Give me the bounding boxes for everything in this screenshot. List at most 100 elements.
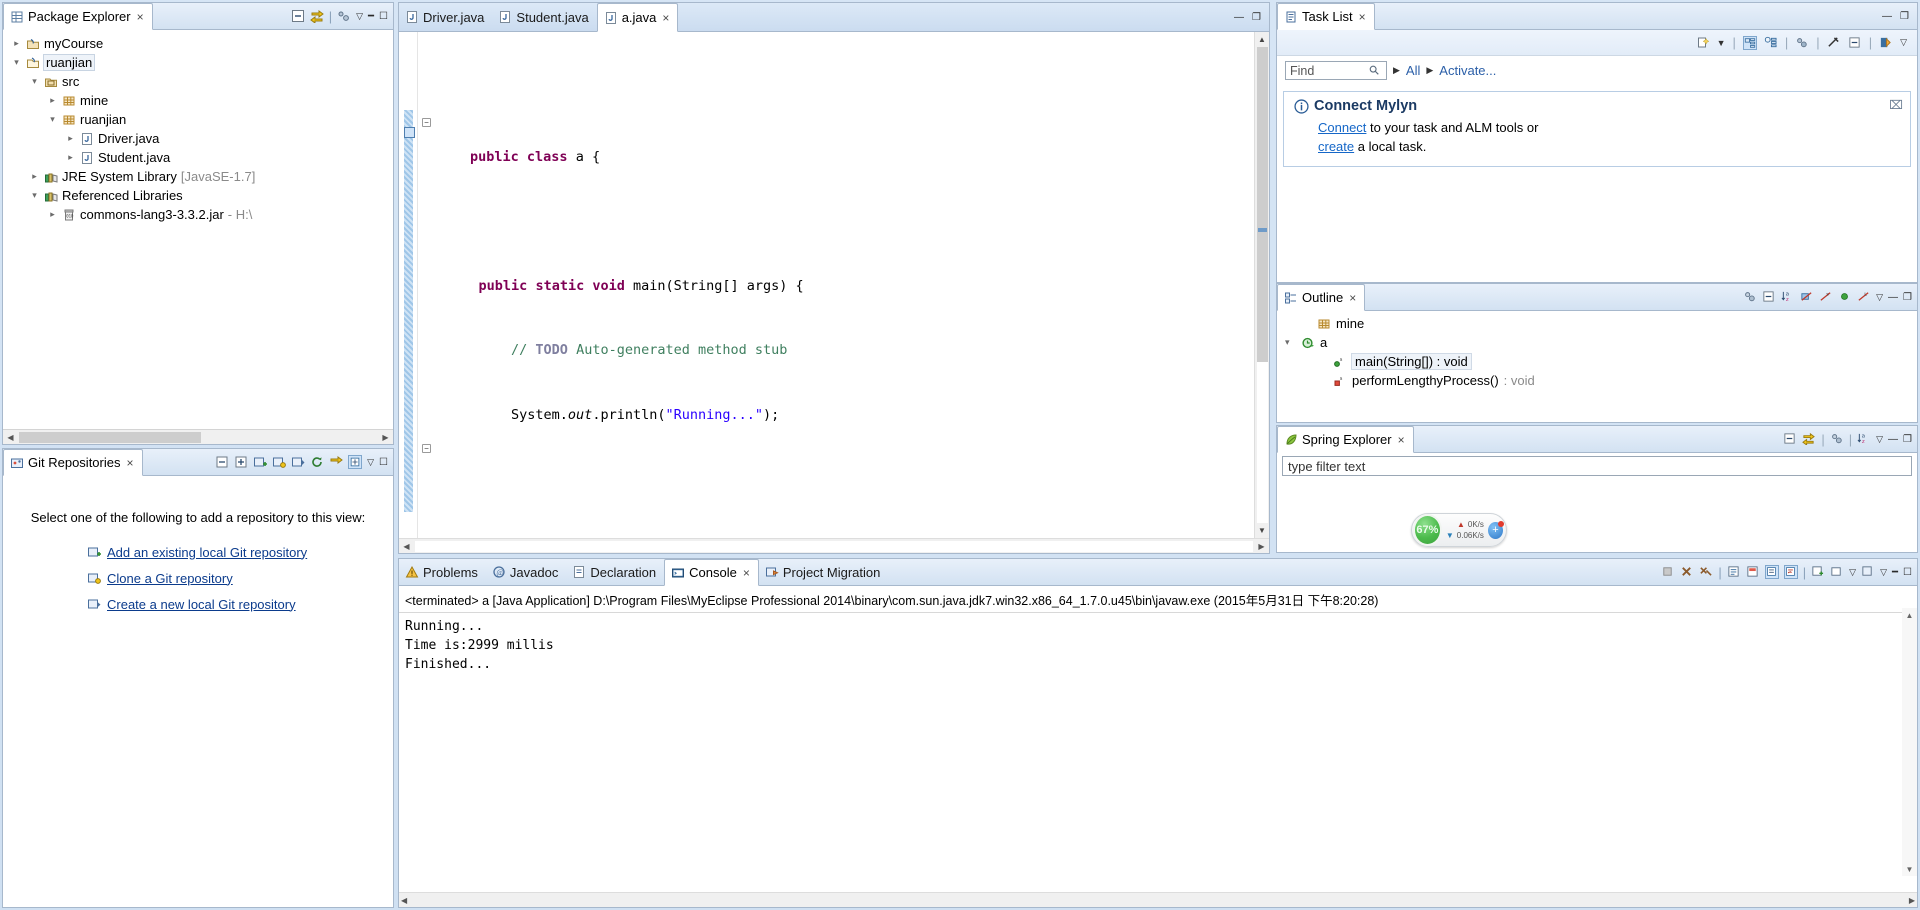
tree-item-ruanjian[interactable]: ▾ ruanjian <box>3 53 393 72</box>
search-input[interactable]: Find <box>1285 61 1387 80</box>
create-repo-icon[interactable] <box>291 455 305 469</box>
search-icon[interactable] <box>1368 64 1382 78</box>
tree-item-student-java[interactable]: ▸ Student.java <box>3 148 393 167</box>
editor-code-area[interactable]: − − public class a { public static void … <box>399 32 1269 538</box>
tree-item-mycourse[interactable]: ▸ myCourse <box>3 34 393 53</box>
scroll-right-icon[interactable]: ▶ <box>1254 542 1269 551</box>
expand-arrow-icon[interactable]: ▸ <box>65 152 76 163</box>
console-tab-declaration[interactable]: Declaration <box>566 559 664 585</box>
tab-task-list[interactable]: Task List × <box>1277 3 1375 30</box>
console-tab-javadoc[interactable]: @ Javadoc <box>486 559 566 585</box>
close-icon[interactable]: × <box>1359 10 1366 24</box>
hscroll-thumb[interactable] <box>19 432 201 443</box>
collapse-all-icon[interactable] <box>215 455 229 469</box>
expand-arrow-icon[interactable]: ▾ <box>11 57 22 68</box>
terminate-icon[interactable] <box>1661 565 1675 579</box>
scroll-up-icon[interactable]: ▲ <box>1255 32 1270 47</box>
package-explorer-tree[interactable]: ▸ myCourse ▾ ruanjian ▾ src ▸ mine ▾ ruanjian ▸ Dri… <box>3 30 393 429</box>
outline-tree[interactable]: mine ▾ a s main(String[]) : void s performLeng… <box>1277 311 1917 422</box>
git-action-row[interactable]: Create a new local Git repository <box>3 591 393 617</box>
tab-package-explorer[interactable]: Package Explorer × <box>3 3 153 30</box>
activate-link[interactable]: Activate... <box>1439 63 1496 78</box>
scroll-left-icon[interactable]: ◀ <box>401 896 407 905</box>
minimize-icon[interactable]: ━ <box>1892 567 1898 578</box>
scroll-down-icon[interactable]: ▼ <box>1902 862 1917 876</box>
console-hscrollbar[interactable]: ◀ ▶ <box>399 892 1917 907</box>
expand-arrow-icon[interactable]: ▸ <box>47 95 58 106</box>
maximize-icon[interactable]: ❐ <box>1900 11 1909 22</box>
new-task-icon[interactable] <box>1696 36 1710 50</box>
maximize-icon[interactable]: ❐ <box>1252 12 1261 23</box>
activate-arrow-icon[interactable]: ▶ <box>1426 65 1433 76</box>
fold-collapse-icon[interactable]: − <box>422 444 431 453</box>
expand-arrow-icon[interactable]: ▸ <box>47 209 58 220</box>
minimize-icon[interactable]: — <box>1888 434 1898 445</box>
categorized-presentation-icon[interactable] <box>1742 35 1757 50</box>
word-wrap-icon[interactable] <box>1783 565 1798 579</box>
sort-icon[interactable]: az <box>1857 432 1871 446</box>
view-menu-icon[interactable]: ▽ <box>1900 37 1907 48</box>
toggle-icon[interactable] <box>348 455 363 469</box>
scroll-left-icon[interactable]: ◀ <box>3 430 18 445</box>
tree-item-ruanjian[interactable]: ▾ ruanjian <box>3 110 393 129</box>
pin-console-icon[interactable] <box>1746 565 1760 579</box>
close-icon[interactable]: × <box>1398 433 1405 447</box>
display-selected-icon[interactable] <box>1727 565 1741 579</box>
network-speed-widget[interactable]: 67% ▲ 0K/s ▼ 0.06K/s + <box>1411 513 1507 547</box>
close-icon[interactable]: × <box>1349 291 1356 305</box>
console-vscrollbar[interactable]: ▲ ▼ <box>1902 608 1917 876</box>
hide-static-icon[interactable]: s <box>1819 290 1833 304</box>
expand-all-icon[interactable] <box>234 455 248 469</box>
tree-item-driver-java[interactable]: ▸ Driver.java <box>3 129 393 148</box>
minimize-icon[interactable]: ☐ <box>379 457 388 468</box>
outline-item-main-string-void[interactable]: s main(String[]) : void <box>1277 352 1917 371</box>
outline-item-a[interactable]: ▾ a <box>1277 333 1917 352</box>
close-icon[interactable]: × <box>662 11 669 25</box>
collapse-all-icon[interactable] <box>1762 290 1776 304</box>
hide-nonpublic-icon[interactable] <box>1838 290 1852 304</box>
minimize-icon[interactable]: — <box>1882 11 1892 22</box>
source-code[interactable]: public class a { public static void main… <box>436 32 1254 539</box>
maximize-icon[interactable]: ☐ <box>379 11 388 22</box>
close-icon[interactable]: × <box>137 10 144 24</box>
editor-annotation-ruler[interactable] <box>404 32 418 538</box>
expand-arrow-icon[interactable]: ▾ <box>47 114 58 125</box>
outline-item-mine[interactable]: mine <box>1277 314 1917 333</box>
git-action-link[interactable]: Create a new local Git repository <box>107 597 296 612</box>
tab-outline[interactable]: Outline × <box>1277 284 1366 311</box>
editor-tab-driver-java[interactable]: Driver.java <box>399 3 492 31</box>
add-repo-icon[interactable] <box>253 455 268 469</box>
focus-on-workweek-icon[interactable] <box>1795 36 1809 50</box>
chevron-down-icon[interactable]: ▽ <box>1849 567 1856 578</box>
close-icon[interactable]: × <box>126 456 133 470</box>
editor-vscrollbar[interactable]: ▲ ▼ <box>1254 32 1269 538</box>
minimize-icon[interactable]: — <box>1234 12 1244 23</box>
expand-arrow-icon[interactable]: ▾ <box>29 76 40 87</box>
remove-all-icon[interactable] <box>1699 565 1713 579</box>
scroll-up-icon[interactable]: ▲ <box>1902 608 1917 622</box>
minimize-icon[interactable]: ━ <box>368 11 374 22</box>
refresh-icon[interactable] <box>310 455 324 469</box>
clear-filter-icon[interactable] <box>1827 36 1841 50</box>
filter-input[interactable]: type filter text <box>1282 456 1912 476</box>
git-action-row[interactable]: Add an existing local Git repository <box>3 539 393 565</box>
maximize-icon[interactable]: ☐ <box>1903 567 1912 578</box>
refresh-icon[interactable] <box>1830 432 1844 446</box>
collapse-all-icon[interactable] <box>1848 36 1862 50</box>
sort-icon[interactable]: az <box>1781 290 1795 304</box>
git-action-link[interactable]: Clone a Git repository <box>107 571 233 586</box>
dropdown-arrow-icon[interactable]: ▼ <box>1717 38 1726 48</box>
create-link[interactable]: create <box>1318 139 1354 154</box>
view-menu-icon[interactable] <box>337 9 351 23</box>
view-menu-icon[interactable]: ▽ <box>1876 434 1883 445</box>
filter-all-link[interactable]: All <box>1406 63 1420 78</box>
scroll-down-icon[interactable]: ▼ <box>1255 523 1270 538</box>
hscroll-thumb[interactable] <box>415 541 1253 552</box>
link-editor-icon[interactable] <box>329 455 343 469</box>
view-menu-icon[interactable]: ▽ <box>1876 292 1883 303</box>
console-tab-problems[interactable]: Problems <box>399 559 486 585</box>
scroll-left-icon[interactable]: ◀ <box>399 542 414 551</box>
connect-link[interactable]: Connect <box>1318 120 1366 135</box>
close-icon[interactable]: ⌧ <box>1889 98 1903 112</box>
editor-hscrollbar[interactable]: ◀ ▶ <box>399 538 1269 553</box>
